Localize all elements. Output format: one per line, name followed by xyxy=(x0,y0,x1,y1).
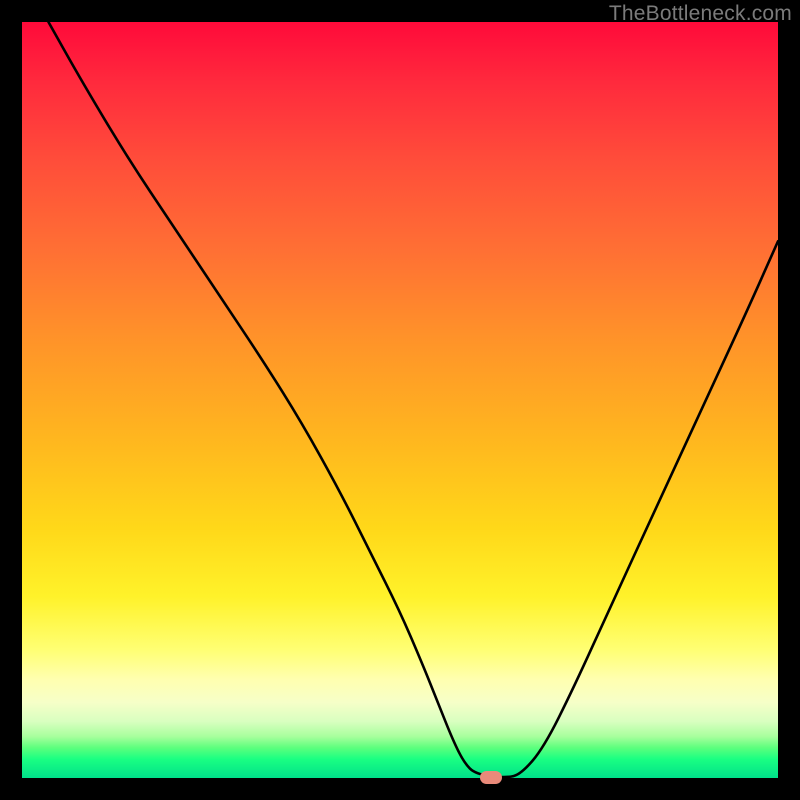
plot-area xyxy=(22,22,778,778)
watermark-text: TheBottleneck.com xyxy=(609,2,792,26)
optimal-marker xyxy=(480,771,502,784)
bottleneck-curve xyxy=(22,22,778,778)
chart-frame: TheBottleneck.com xyxy=(0,0,800,800)
